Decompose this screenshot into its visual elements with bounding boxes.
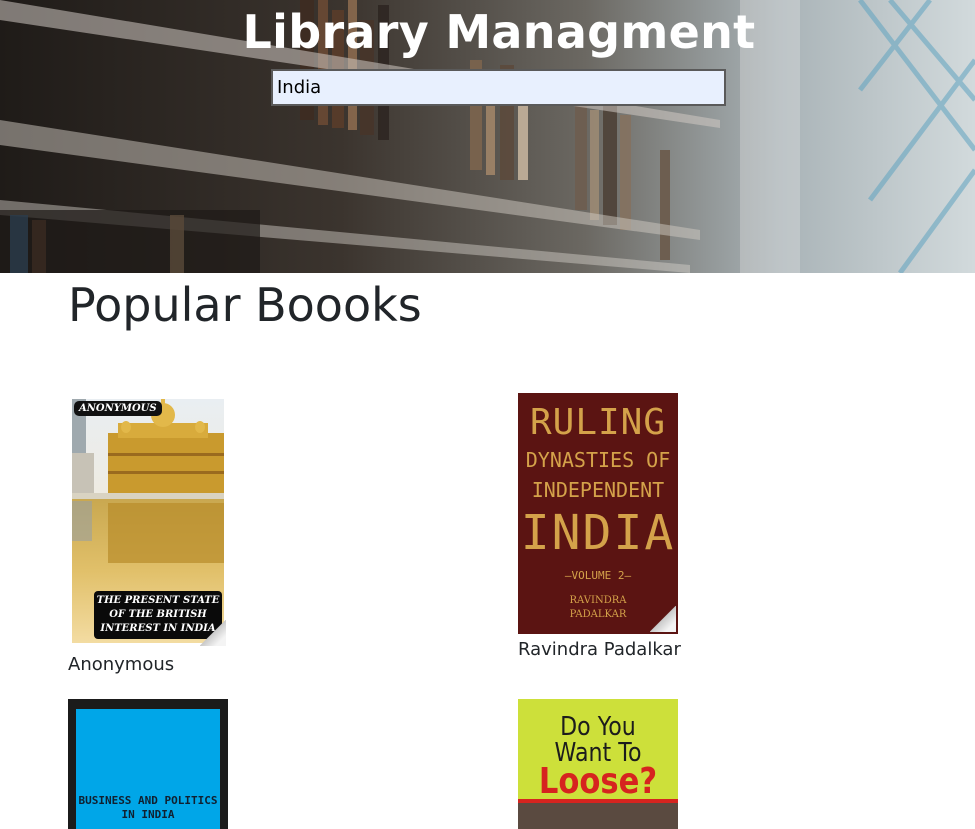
cover-photo [518,803,678,829]
cover-badge: ANONYMOUS [74,401,162,416]
search-input[interactable] [271,69,726,106]
hero-banner: Library Managment [0,0,975,273]
book-cover-image[interactable]: Do You Want To Loose? [518,699,678,829]
book-cover-image[interactable]: ANONYMOUS THE PRESENT STATE OF THE BRITI… [68,393,228,648]
book-card[interactable]: BUSINESS AND POLITICS IN INDIA [68,699,228,829]
cover-title-line: INDEPENDENT [531,478,665,502]
cover-title-line: BUSINESS AND POLITICS [78,794,218,807]
book-card[interactable]: ANONYMOUS THE PRESENT STATE OF THE BRITI… [68,393,228,675]
cover-title-line: DYNASTIES OF [525,448,671,472]
app-title: Library Managment [242,5,756,59]
page-curl-icon [650,606,676,632]
book-author: Ravindra Padalkar [518,639,681,660]
section-title: Popular Boooks [68,278,422,332]
cover-title-line: THE PRESENT STATE [96,595,220,606]
cover-title-line: Do You [560,712,636,742]
cover-title-line: RULING [529,402,667,443]
book-card[interactable]: Do You Want To Loose? [518,699,678,829]
cover-volume: —VOLUME 2— [564,569,632,582]
cover-title-line: IN INDIA [121,808,175,821]
cover-title-line: INDIA [520,505,676,561]
book-cover-image[interactable]: RULING DYNASTIES OF INDEPENDENT INDIA —V… [518,393,678,634]
book-author: Anonymous [68,654,175,675]
book-card[interactable]: RULING DYNASTIES OF INDEPENDENT INDIA —V… [518,393,681,660]
cover-title-line: Loose? [538,761,658,802]
page-curl-icon [200,620,226,646]
book-cover-image[interactable]: BUSINESS AND POLITICS IN INDIA [68,699,228,829]
